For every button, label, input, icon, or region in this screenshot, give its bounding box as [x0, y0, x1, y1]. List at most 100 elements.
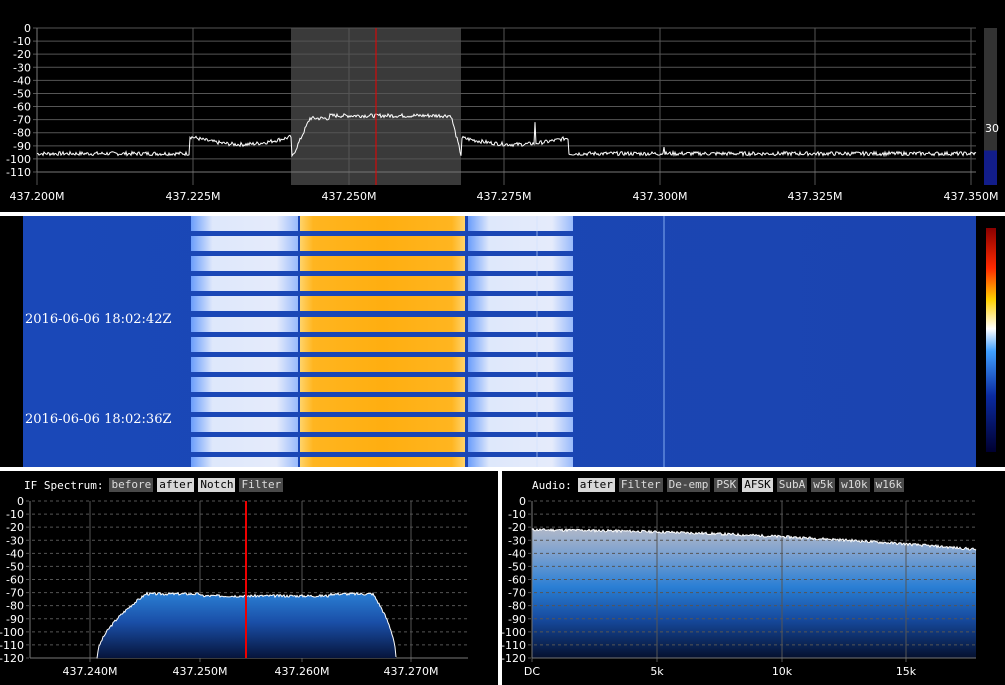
x-tick-label: 437.200M	[10, 190, 65, 203]
if-spectrum-panel[interactable]: IF Spectrum: before after Notch Filter 0…	[0, 471, 498, 685]
waterfall-row	[468, 457, 573, 467]
waterfall-row	[300, 317, 465, 332]
waterfall-plot[interactable]: 2016-06-06 18:02:42Z 2016-06-06 18:02:36…	[0, 216, 1005, 467]
waterfall-row	[300, 357, 465, 372]
waterfall-row	[468, 377, 573, 392]
y-tick-label: 0	[17, 495, 24, 508]
y-tick-label: -20	[13, 48, 31, 61]
waterfall-row	[468, 296, 573, 311]
waterfall-row	[300, 437, 465, 452]
x-tick-label: 437.270M	[384, 665, 439, 678]
x-tick-label: 437.260M	[275, 665, 330, 678]
waterfall-row	[300, 397, 465, 412]
waterfall-row	[191, 377, 298, 392]
waterfall-row	[468, 276, 573, 291]
y-tick-label: -60	[508, 574, 526, 587]
y-tick-label: -110	[502, 639, 526, 652]
y-tick-label: -50	[13, 87, 31, 100]
waterfall-row	[468, 417, 573, 432]
y-tick-label: -50	[6, 560, 24, 573]
y-tick-label: -10	[6, 508, 24, 521]
waterfall-row	[191, 397, 298, 412]
y-tick-label: -100	[0, 626, 24, 639]
y-tick-label: -100	[502, 626, 526, 639]
waterfall-row	[191, 457, 298, 467]
waterfall-row	[468, 357, 573, 372]
waterfall-row	[468, 216, 573, 231]
x-tick-label: 437.250M	[173, 665, 228, 678]
x-tick-label: 437.350M	[944, 190, 999, 203]
waterfall-row	[300, 296, 465, 311]
waterfall-color-scale[interactable]	[986, 228, 996, 452]
y-tick-label: -20	[508, 521, 526, 534]
waterfall-row	[300, 256, 465, 271]
y-tick-label: -110	[6, 166, 31, 179]
y-tick-label: -90	[508, 613, 526, 626]
y-tick-label: -120	[502, 652, 526, 665]
audio-spectrum-plot[interactable]: 0-10-20-30-40-50-60-70-80-90-100-110-120…	[502, 471, 1005, 685]
y-tick-label: -80	[13, 127, 31, 140]
if-spectrum-plot[interactable]: 0-10-20-30-40-50-60-70-80-90-100-110-120…	[0, 471, 498, 685]
waterfall-panel[interactable]: 2016-06-06 18:02:42Z 2016-06-06 18:02:36…	[0, 216, 1005, 467]
rf-spectrum-plot[interactable]: 0-10-20-30-40-50-60-70-80-90-100-110 437…	[0, 0, 1005, 212]
waterfall-row	[468, 236, 573, 251]
y-tick-label: -30	[6, 534, 24, 547]
y-tick-label: -50	[508, 560, 526, 573]
audio-spectrum-panel[interactable]: Audio: after Filter De-emp PSK AFSK SubA…	[502, 471, 1005, 685]
x-tick-label: 15k	[896, 665, 917, 678]
waterfall-row	[468, 437, 573, 452]
waterfall-row	[300, 377, 465, 392]
y-tick-label: -90	[6, 613, 24, 626]
waterfall-row	[191, 276, 298, 291]
y-tick-label: -70	[6, 587, 24, 600]
x-tick-label: 437.325M	[788, 190, 843, 203]
timestamp-label: 2016-06-06 18:02:42Z	[25, 312, 172, 327]
x-tick-label: DC	[524, 665, 540, 678]
waterfall-row	[300, 236, 465, 251]
y-tick-label: -100	[6, 153, 31, 166]
y-tick-label: -70	[508, 587, 526, 600]
waterfall-row	[191, 216, 298, 231]
y-tick-label: -80	[6, 600, 24, 613]
timestamp-label: 2016-06-06 18:02:36Z	[25, 412, 172, 427]
waterfall-row	[468, 337, 573, 352]
x-tick-label: 437.250M	[322, 190, 377, 203]
level-value: 30	[985, 122, 999, 135]
waterfall-row	[468, 317, 573, 332]
level-slider[interactable]	[984, 28, 997, 185]
waterfall-row	[300, 276, 465, 291]
y-tick-label: -40	[6, 547, 24, 560]
y-tick-label: -70	[13, 114, 31, 127]
y-tick-label: -90	[13, 140, 31, 153]
waterfall-row	[191, 437, 298, 452]
waterfall-row	[191, 296, 298, 311]
x-tick-label: 5k	[650, 665, 664, 678]
waterfall-row	[191, 256, 298, 271]
y-tick-label: -10	[13, 35, 31, 48]
y-tick-label: -30	[13, 61, 31, 74]
waterfall-row	[191, 357, 298, 372]
waterfall-row	[300, 216, 465, 231]
waterfall-row	[468, 397, 573, 412]
y-tick-label: -60	[13, 101, 31, 114]
waterfall-row	[468, 256, 573, 271]
x-tick-label: 437.300M	[633, 190, 688, 203]
y-tick-label: -30	[508, 534, 526, 547]
x-tick-label: 10k	[772, 665, 793, 678]
y-tick-label: -110	[0, 639, 24, 652]
waterfall-row	[300, 417, 465, 432]
y-tick-label: 0	[24, 22, 31, 35]
waterfall-row	[191, 236, 298, 251]
audio-spectrum-fill	[532, 528, 976, 658]
y-tick-label: -60	[6, 574, 24, 587]
waterfall-row	[300, 337, 465, 352]
waterfall-row	[191, 317, 298, 332]
rf-spectrum-panel[interactable]: 0 -10 -20 -30 -40 -50 -60 -70 -80 -90 -100 -110 437…	[0, 0, 1005, 212]
waterfall-row	[191, 337, 298, 352]
y-tick-label: -20	[6, 521, 24, 534]
y-tick-label: 0	[519, 495, 526, 508]
waterfall-row	[300, 457, 465, 467]
waterfall-row	[191, 417, 298, 432]
x-tick-label: 437.275M	[477, 190, 532, 203]
x-tick-label: 437.225M	[166, 190, 221, 203]
